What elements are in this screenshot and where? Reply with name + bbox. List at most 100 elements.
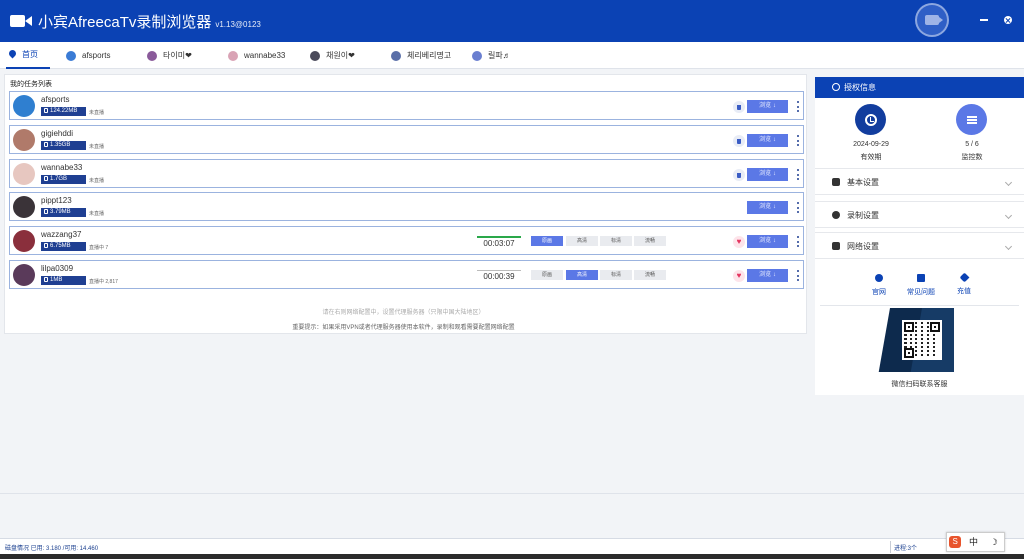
task-row[interactable]: afsports 124.22MB 未直播 浏览 ↓ bbox=[9, 91, 804, 120]
record-button[interactable] bbox=[915, 3, 949, 37]
sogou-icon[interactable]: S bbox=[949, 536, 962, 548]
chevron-down-icon bbox=[1004, 211, 1013, 220]
browse-button[interactable]: 浏览 ↓ bbox=[747, 134, 788, 147]
streamer-name: wannabe33 bbox=[41, 163, 83, 172]
network-settings-section[interactable]: 网络设置 bbox=[815, 232, 1024, 259]
expiry-label: 有效期 bbox=[860, 154, 882, 161]
browse-button[interactable]: 浏览 ↓ bbox=[747, 168, 788, 181]
quality-hd-button[interactable]: 高清 bbox=[566, 236, 598, 246]
chevron-down-icon bbox=[1004, 242, 1013, 251]
network-icon bbox=[832, 242, 840, 250]
quality-sd-button[interactable]: 标清 bbox=[600, 236, 632, 246]
task-row[interactable]: lilpa0309 1MB 直播中 2,817 00:00:39 原画 高清 标… bbox=[9, 260, 804, 289]
recording-timer: 00:03:07 bbox=[477, 236, 521, 248]
quality-smooth-button[interactable]: 流畅 bbox=[634, 270, 666, 280]
streamer-name: wazzang37 bbox=[41, 230, 82, 239]
expiry-clock-button bbox=[855, 104, 886, 135]
quality-original-button[interactable]: 原画 bbox=[531, 270, 563, 280]
globe-icon bbox=[875, 274, 883, 282]
disk-usage: 磁盘情况 已用: 3.180 /可用: 14.460 bbox=[5, 546, 99, 552]
tab-label: 체리베리명고 bbox=[407, 51, 452, 60]
browse-button[interactable]: 浏览 ↓ bbox=[747, 235, 788, 248]
task-row[interactable]: pippt123 3.79MB 未直播 浏览 ↓ bbox=[9, 192, 804, 221]
tab-taimi[interactable]: 타이미❤ bbox=[147, 42, 192, 69]
more-options-icon[interactable] bbox=[796, 168, 800, 181]
close-button[interactable] bbox=[1001, 13, 1015, 27]
quality-original-button[interactable]: 原画 bbox=[531, 236, 563, 246]
status-bar: 磁盘情况 已用: 3.180 /可用: 14.460 进程:3个 bbox=[0, 538, 1024, 554]
tab-label: 首页 bbox=[22, 50, 38, 59]
camera-icon bbox=[925, 15, 943, 25]
tab-wannabe33[interactable]: wannabe33 bbox=[228, 42, 285, 69]
file-size-badge: 1MB bbox=[41, 276, 86, 285]
quality-smooth-button[interactable]: 流畅 bbox=[634, 236, 666, 246]
task-row[interactable]: wannabe33 1.7GB 未直播 浏览 ↓ bbox=[9, 159, 804, 188]
quality-hd-button[interactable]: 高清 bbox=[566, 270, 598, 280]
delete-icon[interactable] bbox=[733, 101, 745, 113]
more-options-icon[interactable] bbox=[796, 269, 800, 282]
heart-icon[interactable]: ♥ bbox=[733, 270, 745, 282]
moon-icon[interactable]: ☽ bbox=[986, 534, 1002, 550]
video-camera-icon bbox=[10, 14, 32, 28]
task-row[interactable]: wazzang37 6.75MB 直播中 7 00:03:07 原画 高清 标清… bbox=[9, 226, 804, 255]
live-status: 直播中 2,817 bbox=[89, 279, 118, 285]
streamer-name: lilpa0309 bbox=[41, 264, 74, 273]
browse-button[interactable]: 浏览 ↓ bbox=[747, 100, 788, 113]
sidebar: 授权信息 2024-09-29 有效期 5 / 6 监控数 基本设置 录制设置 … bbox=[815, 77, 1024, 395]
tab-afsports[interactable]: afsports bbox=[66, 42, 110, 69]
database-icon bbox=[44, 209, 48, 214]
app-title: 小宾AfreecaTv录制浏览器 bbox=[38, 13, 212, 31]
more-options-icon[interactable] bbox=[796, 134, 800, 147]
avatar bbox=[147, 50, 157, 61]
tab-lilpa[interactable]: 릴파♬ bbox=[472, 42, 511, 69]
avatar bbox=[13, 163, 35, 185]
live-status: 未直播 bbox=[89, 144, 105, 150]
delete-icon[interactable] bbox=[733, 135, 745, 147]
more-options-icon[interactable] bbox=[796, 201, 800, 214]
task-panel: 我的任务列表 afsports 124.22MB 未直播 浏览 ↓ gigieh… bbox=[4, 74, 807, 334]
file-size-badge: 6.75MB bbox=[41, 242, 86, 251]
file-size-badge: 1.7GB bbox=[41, 175, 86, 184]
avatar bbox=[391, 50, 401, 61]
quality-sd-button[interactable]: 标清 bbox=[600, 270, 632, 280]
monitor-list-button bbox=[956, 104, 987, 135]
record-settings-section[interactable]: 录制设置 bbox=[815, 201, 1024, 228]
avatar bbox=[13, 264, 35, 286]
minimize-button[interactable] bbox=[977, 13, 991, 27]
avatar bbox=[13, 230, 35, 252]
website-link[interactable]: 官网 bbox=[859, 274, 899, 297]
tab-label: wannabe33 bbox=[244, 51, 286, 60]
more-options-icon[interactable] bbox=[796, 100, 800, 113]
tab-home[interactable]: 首页 bbox=[6, 42, 50, 69]
close-icon bbox=[1004, 16, 1012, 24]
avatar bbox=[66, 50, 76, 61]
avatar bbox=[13, 95, 35, 117]
basic-settings-section[interactable]: 基本设置 bbox=[815, 168, 1024, 195]
divider bbox=[820, 305, 1019, 306]
user-circle-icon bbox=[832, 83, 840, 91]
qr-caption: 微信扫码联系客服 bbox=[891, 381, 948, 388]
more-options-icon[interactable] bbox=[796, 235, 800, 248]
browse-button[interactable]: 浏览 ↓ bbox=[747, 201, 788, 214]
taskbar-strip bbox=[0, 554, 1024, 559]
tab-cherryberry[interactable]: 체리베리명고 bbox=[391, 42, 451, 69]
heart-icon bbox=[959, 272, 969, 283]
title-bar: 小宾AfreecaTv录制浏览器 v1.13@0123 bbox=[0, 0, 1024, 42]
task-row[interactable]: gigiehddi 1.35GB 未直播 浏览 ↓ bbox=[9, 125, 804, 154]
language-toggle[interactable]: 中 bbox=[965, 534, 981, 550]
database-icon bbox=[44, 176, 48, 181]
tab-chaewon[interactable]: 채원이❤ bbox=[310, 42, 355, 69]
recharge-link[interactable]: 充值 bbox=[944, 272, 984, 296]
database-icon bbox=[44, 142, 48, 147]
database-icon bbox=[44, 243, 48, 248]
live-status: 未直播 bbox=[89, 110, 105, 116]
auth-header: 授权信息 bbox=[815, 77, 1024, 98]
tab-label: 릴파♬ bbox=[488, 51, 511, 60]
tab-bar: 首页 afsports 타이미❤ wannabe33 채원이❤ 체리베리명고 릴… bbox=[0, 42, 1024, 69]
live-status: 未直播 bbox=[89, 178, 105, 184]
delete-icon[interactable] bbox=[733, 169, 745, 181]
faq-link[interactable]: 常见问题 bbox=[901, 274, 941, 297]
file-size-badge: 124.22MB bbox=[41, 107, 86, 116]
browse-button[interactable]: 浏览 ↓ bbox=[747, 269, 788, 282]
heart-icon[interactable]: ♥ bbox=[733, 236, 745, 248]
